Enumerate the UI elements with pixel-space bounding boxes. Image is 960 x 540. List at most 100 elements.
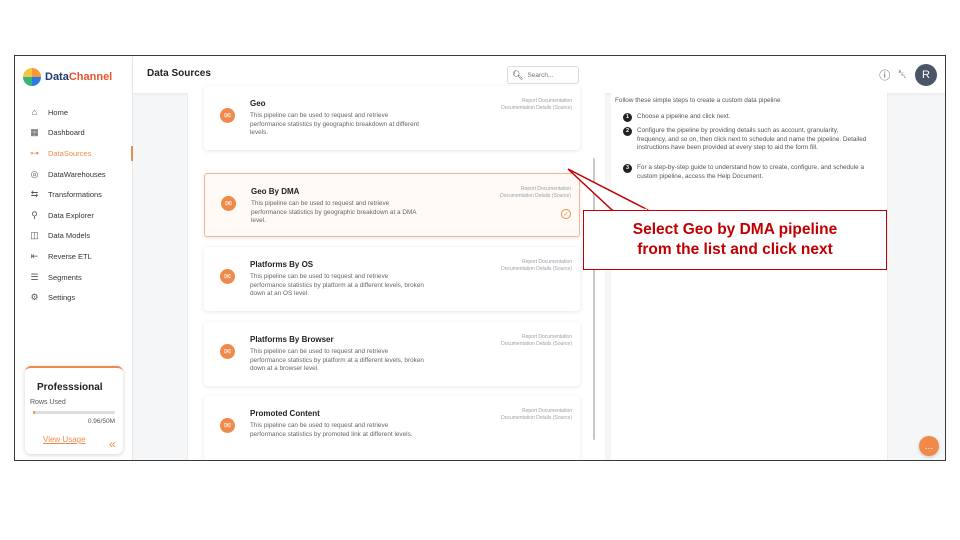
instructions-intro: Follow these simple steps to create a cu… <box>615 97 781 104</box>
plan-title: Professsional <box>37 382 103 393</box>
sidebar-item-transformations[interactable]: ⇆ Transformations <box>15 184 133 205</box>
chat-icon[interactable]: … <box>919 436 939 456</box>
pipeline-description: This pipeline can be used to request and… <box>250 273 424 297</box>
callout-line-2: from the list and click next <box>637 241 833 258</box>
pipeline-title: Platforms By OS <box>250 260 314 269</box>
report-documentation-link[interactable]: Report Documentation <box>500 186 571 193</box>
sidebar-item-data-explorer[interactable]: ⚲ Data Explorer <box>15 205 133 226</box>
search-box[interactable]: 🔍︎ <box>507 66 579 84</box>
pipeline-description: This pipeline can be used to request and… <box>251 200 417 224</box>
step-number-badge: 1 <box>623 113 632 122</box>
usage-progress-fill <box>33 411 35 414</box>
bell-icon[interactable]: ␇ <box>898 69 907 82</box>
sidebar-nav: ⌂ Home ▦ Dashboard ⊶ DataSources ◎ DataWarehous… <box>15 102 133 308</box>
sidebar-item-label: Data Explorer <box>48 210 94 220</box>
sidebar-item-datawarehouses[interactable]: ◎ DataWarehouses <box>15 164 133 185</box>
pipeline-doc-links: Report Documentation Documentation Detail… <box>501 98 572 112</box>
pipeline-doc-links: Report Documentation Documentation Detail… <box>500 186 571 200</box>
sidebar-item-datasources[interactable]: ⊶ DataSources <box>15 143 133 164</box>
sidebar-item-home[interactable]: ⌂ Home <box>15 102 133 123</box>
pipeline-card[interactable]: ✉ Geo By DMA This pipeline can be used to … <box>204 173 580 237</box>
pipeline-title: Geo By DMA <box>251 187 300 196</box>
pipeline-card[interactable]: ✉ Geo This pipeline can be used to request… <box>204 86 580 150</box>
step-text: Configure the pipeline by providing deta… <box>637 127 867 151</box>
instructions-panel: Follow these simple steps to create a cu… <box>611 93 887 460</box>
sidebar-item-label: DataWarehouses <box>48 169 106 179</box>
pipeline-source-icon: ✉ <box>220 344 235 359</box>
step-number-badge: 2 <box>623 127 632 136</box>
avatar[interactable]: R <box>915 64 937 86</box>
report-documentation-link[interactable]: Report Documentation <box>501 259 572 266</box>
page-title: Data Sources <box>147 68 211 79</box>
pipeline-source-icon: ✉ <box>220 418 235 433</box>
sidebar-item-label: Settings <box>48 293 76 303</box>
dashboard-icon: ▦ <box>30 127 39 138</box>
explorer-icon: ⚲ <box>31 209 38 220</box>
usage-progress-bar <box>33 411 115 414</box>
instruction-step: 2 Configure the pipeline by providing det… <box>623 127 869 153</box>
pipeline-doc-links: Report Documentation Documentation Detail… <box>501 408 572 422</box>
pipeline-source-icon: ✉ <box>220 269 235 284</box>
warehouse-icon: ◎ <box>30 168 39 179</box>
sidebar: DataChannel ⌂ Home ▦ Dashboard ⊶ DataSources ◎… <box>15 56 133 460</box>
pipeline-doc-links: Report Documentation Documentation Detail… <box>501 334 572 348</box>
home-icon: ⌂ <box>31 107 38 118</box>
datasources-icon: ⊶ <box>30 147 39 158</box>
pipeline-source-icon: ✉ <box>220 108 235 123</box>
pipeline-list: ✉ Geo This pipeline can be used to request… <box>187 86 605 460</box>
documentation-details-link[interactable]: Documentation Details (Source) <box>501 105 572 112</box>
selected-check-icon: ✓ <box>561 209 571 219</box>
pipeline-card[interactable]: ✉ Promoted Content This pipeline can be us… <box>204 396 580 460</box>
collapse-sidebar-icon[interactable]: « <box>109 437 116 451</box>
documentation-details-link[interactable]: Documentation Details (Source) <box>501 341 572 348</box>
sidebar-item-label: Dashboard <box>48 128 85 138</box>
pipeline-card[interactable]: ✉ Platforms By OS This pipeline can be use… <box>204 247 580 311</box>
instruction-step: 3 For a step-by-step guide to understand … <box>623 164 869 181</box>
pipeline-card[interactable]: ✉ Platforms By Browser This pipeline can b… <box>204 322 580 386</box>
pipeline-description: This pipeline can be used to request and… <box>250 112 419 136</box>
pipeline-title: Platforms By Browser <box>250 335 334 344</box>
sidebar-item-label: Segments <box>48 272 82 282</box>
report-documentation-link[interactable]: Report Documentation <box>501 334 572 341</box>
pipeline-title: Promoted Content <box>250 409 320 418</box>
sidebar-item-label: Data Models <box>48 231 91 241</box>
sidebar-item-data-models[interactable]: ◫ Data Models <box>15 226 133 247</box>
search-icon: 🔍︎ <box>512 69 524 80</box>
sidebar-item-reverse-etl[interactable]: ⇤ Reverse ETL <box>15 246 133 267</box>
reverse-etl-icon: ⇤ <box>30 250 39 261</box>
sidebar-item-segments[interactable]: ☰ Segments <box>15 267 133 288</box>
report-documentation-link[interactable]: Report Documentation <box>501 408 572 415</box>
pipeline-description: This pipeline can be used to request and… <box>250 422 413 438</box>
pipeline-doc-links: Report Documentation Documentation Detail… <box>501 259 572 273</box>
sidebar-item-label: Reverse ETL <box>48 251 92 261</box>
sidebar-item-label: Home <box>48 107 69 117</box>
view-usage-link[interactable]: View Usage <box>43 435 86 444</box>
documentation-details-link[interactable]: Documentation Details (Source) <box>501 415 572 422</box>
usage-value: 0.96/50M <box>87 418 115 425</box>
logo-icon <box>23 68 41 86</box>
pipeline-description: This pipeline can be used to request and… <box>250 348 424 372</box>
instruction-callout: Select Geo by DMA pipeline from the list… <box>583 210 887 270</box>
pipeline-source-icon: ✉ <box>221 196 236 211</box>
instruction-step: 1 Choose a pipeline and click next. <box>623 113 869 122</box>
panel-divider <box>887 93 888 460</box>
brand-logo[interactable]: DataChannel <box>23 68 112 86</box>
sidebar-item-label: DataSources <box>48 148 92 158</box>
sidebar-item-label: Transformations <box>48 190 102 200</box>
step-number-badge: 3 <box>623 164 632 173</box>
sidebar-item-dashboard[interactable]: ▦ Dashboard <box>15 123 133 144</box>
documentation-details-link[interactable]: Documentation Details (Source) <box>500 193 571 200</box>
rows-used-label: Rows Used <box>30 399 66 406</box>
brand-name: DataChannel <box>45 71 113 83</box>
step-text: For a step-by-step guide to understand h… <box>637 164 865 180</box>
list-scrollbar[interactable] <box>593 158 595 440</box>
help-icon[interactable]: ⓘ <box>879 67 890 83</box>
callout-line-1: Select Geo by DMA pipeline <box>632 221 838 238</box>
search-input[interactable] <box>527 71 578 79</box>
documentation-details-link[interactable]: Documentation Details (Source) <box>501 266 572 273</box>
gear-icon: ⚙ <box>30 292 39 303</box>
segments-icon: ☰ <box>30 271 39 282</box>
models-icon: ◫ <box>30 230 39 241</box>
report-documentation-link[interactable]: Report Documentation <box>501 98 572 105</box>
sidebar-item-settings[interactable]: ⚙ Settings <box>15 287 133 308</box>
